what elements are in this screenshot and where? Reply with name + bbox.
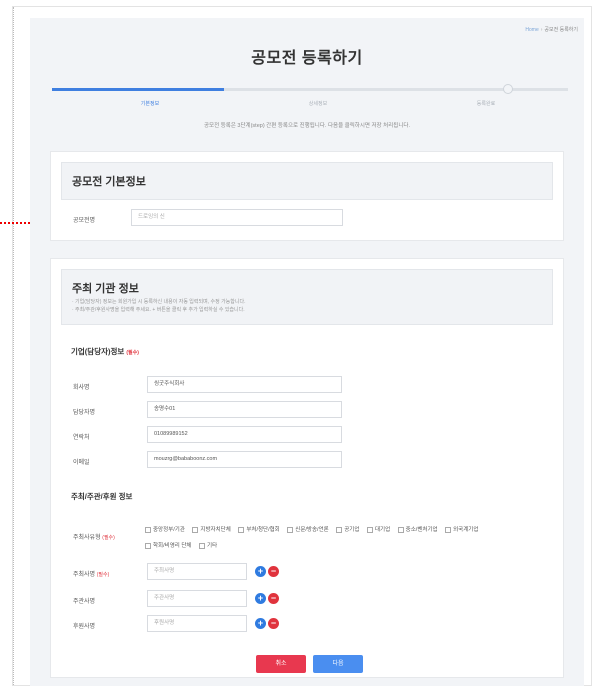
phone-input[interactable]: 01089989152 [147,426,342,443]
company-section-title: 기업(담당자)정보 (필수) [71,347,139,356]
checkbox-icon [145,542,151,549]
host-name-label: 주최사명 (필수) [73,572,110,578]
step-progress-bar [52,84,568,94]
checkbox-icon [238,526,245,533]
next-button[interactable]: 다음 [313,655,363,673]
checkbox-icon [366,526,373,533]
sponsor-name-label: 후원사명 [73,624,96,630]
cancel-button[interactable]: 취소 [256,655,306,673]
breadcrumb-home-link[interactable]: Home [525,27,538,33]
checkbox-icon [397,526,404,533]
host-type-option[interactable]: 중소/벤처기업 [394,525,438,533]
checkbox-icon [287,526,294,533]
host-info-desc-1: · 기업(담당자) 정보는 회원가입 시 등록하신 내용이 자동 입력되며, 수… [72,299,246,305]
checkbox-icon [192,526,199,533]
checkbox-icon [336,526,343,533]
step-progress-fill [52,88,224,91]
host-type-label: 주최사유형 (필수) [73,535,115,541]
basic-info-card-header: 공모전 기본정보 [61,162,553,200]
host-type-row-1: 중앙정부/기관 지방자치단체 부처/청단/협회 신문/방송/언론 공기업 대기업… [141,525,480,533]
host-info-title: 주최 기관 정보 [72,283,139,295]
phone-label: 연락처 [73,435,90,441]
add-sponsor-button[interactable]: + [255,618,266,629]
add-host-button[interactable]: + [255,566,266,577]
host-name-input[interactable]: 주최사명 [147,563,247,580]
host-type-row-2: 학회/비영리 단체 기타 [141,541,219,549]
org-section-title: 주최/주관/후원 정보 [71,492,133,501]
host-type-option[interactable]: 중앙정부/기관 [141,525,185,533]
manager-name-input[interactable]: 송명수01 [147,401,342,418]
host-type-option[interactable]: 부처/청단/협회 [234,525,280,533]
organizer-name-label: 주관사명 [73,599,96,605]
remove-host-button[interactable]: − [268,566,279,577]
remove-sponsor-button[interactable]: − [268,618,279,629]
left-guide-line [13,7,14,685]
step-label-detail: 상세정보 [308,101,328,107]
breadcrumb-separator-icon: › [540,27,543,33]
organizer-name-input[interactable]: 주관사명 [147,590,247,607]
manager-name-label: 담당자명 [73,410,96,416]
breadcrumb: Home › 공모전 등록하기 [525,26,578,33]
step-end-dot-icon [503,84,513,94]
contest-name-label: 공모전명 [73,218,96,224]
checkbox-icon [145,526,151,533]
company-name-label: 회사명 [73,385,90,391]
host-type-option[interactable]: 학회/비영리 단체 [141,541,191,549]
breadcrumb-current: 공모전 등록하기 [544,27,578,33]
page-content: Home › 공모전 등록하기 공모전 등록하기 기본정보 상세정보 등록완료 공모… [30,18,584,686]
sponsor-name-input[interactable]: 후원사명 [147,615,247,632]
step-label-complete: 등록완료 [476,101,496,107]
host-info-desc-2: · 주최/주관/후원사명을 입력해 주세요. + 버튼을 클릭 후 추가 입력하… [72,306,245,313]
company-name-input[interactable]: 씽굿주식회사 [147,376,342,393]
email-input[interactable]: mouzrg@bababoonz.com [147,451,342,468]
basic-info-card: 공모전 기본정보 공모전명 드로잉의 신 [50,151,564,241]
email-label: 이메일 [73,460,90,466]
checkbox-icon [445,526,452,533]
host-type-option[interactable]: 외국계기업 [441,525,478,533]
add-organizer-button[interactable]: + [255,593,266,604]
page-title: 공모전 등록하기 [251,50,363,67]
checkbox-icon [199,542,206,549]
host-type-option[interactable]: 신문/방송/언론 [283,525,329,533]
host-type-option[interactable]: 기타 [195,541,217,549]
host-info-card-header: 주최 기관 정보 · 기업(담당자) 정보는 회원가입 시 등록하신 내용이 자… [61,269,553,325]
host-info-card: 주최 기관 정보 · 기업(담당자) 정보는 회원가입 시 등록하신 내용이 자… [50,258,564,678]
host-type-option[interactable]: 대기업 [363,525,390,533]
step-label-basic: 기본정보 [140,101,160,107]
host-type-option[interactable]: 공기업 [332,525,359,533]
basic-info-title: 공모전 기본정보 [72,176,146,188]
host-type-option[interactable]: 지방자치단체 [188,525,231,533]
step-note: 공모전 등록은 3단계(step) 간편 등록으로 진행됩니다. 다음을 클릭하… [204,123,410,129]
remove-organizer-button[interactable]: − [268,593,279,604]
contest-name-input[interactable]: 드로잉의 신 [131,209,343,226]
